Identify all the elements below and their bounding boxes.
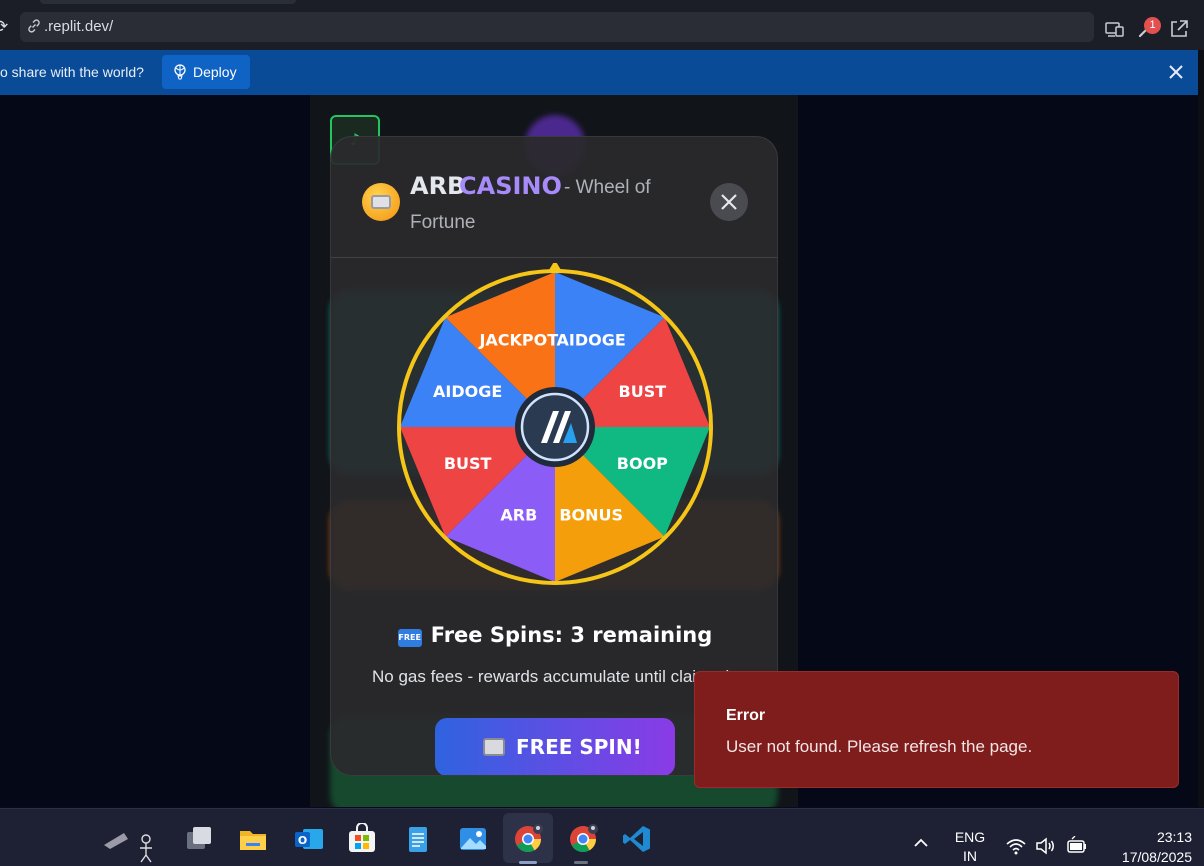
- url-text: .replit.dev/: [44, 18, 114, 35]
- store-icon[interactable]: [346, 823, 378, 855]
- chevron-up-icon[interactable]: [913, 837, 929, 849]
- region-code: IN: [963, 848, 977, 864]
- toast-title: Error: [726, 707, 766, 724]
- vscode-icon[interactable]: [621, 823, 653, 855]
- outlook-icon[interactable]: O: [293, 823, 325, 855]
- error-toast[interactable]: Error User not found. Please refresh the…: [694, 671, 1179, 788]
- widgets-icon[interactable]: [100, 825, 160, 863]
- toast-message: User not found. Please refresh the page.: [726, 737, 1033, 756]
- free-spin-button[interactable]: FREE SPIN!: [435, 718, 675, 775]
- tab-strip: [0, 0, 1204, 8]
- deploy-button[interactable]: Deploy: [162, 55, 250, 89]
- close-icon[interactable]: [1166, 62, 1186, 82]
- free-spins-text: Free Spins: 3 remaining: [430, 623, 713, 647]
- brand-arb: ARB: [410, 172, 466, 200]
- fortune-wheel[interactable]: AIDOGEBUSTBOOPBONUSARBBUSTAIDOGEJACKPOT: [394, 263, 716, 587]
- slot-machine-icon: [483, 738, 505, 756]
- deploy-banner: o share with the world? Deploy: [0, 50, 1198, 95]
- wheel-pointer: [549, 263, 561, 270]
- file-explorer-icon[interactable]: [237, 823, 269, 855]
- notepad-icon[interactable]: [402, 823, 434, 855]
- clock[interactable]: 23:13 17/08/2025: [1100, 827, 1192, 866]
- wheel-segment-label: BONUS: [559, 505, 623, 524]
- wheel-segment-label: BOOP: [617, 454, 668, 473]
- chrome-profile-icon[interactable]: [567, 823, 599, 855]
- wheel-segment-label: ARB: [500, 505, 537, 524]
- reload-icon[interactable]: ⟳: [0, 18, 12, 36]
- chrome-icon[interactable]: [512, 823, 544, 855]
- free-icon: FREE: [397, 629, 422, 647]
- slot-machine-icon: [362, 183, 400, 221]
- link-icon: [28, 19, 40, 33]
- clock-time: 23:13: [1156, 829, 1192, 845]
- brand-casino: CASINO: [459, 172, 562, 200]
- address-bar: ⟳ .replit.dev/ 1: [0, 8, 1204, 50]
- balloon-icon: [174, 64, 186, 80]
- open-external-icon[interactable]: [1168, 18, 1190, 40]
- wheel-segment-label: BUST: [444, 454, 492, 473]
- spin-button-label: FREE SPIN!: [516, 735, 642, 759]
- modal-close-button[interactable]: [710, 183, 748, 221]
- scrollbar[interactable]: [1198, 50, 1204, 807]
- modal-header: ARB CASINO - Wheel of Fortune: [331, 137, 777, 258]
- active-indicator: [519, 861, 537, 864]
- clock-date: 17/08/2025: [1121, 849, 1192, 865]
- wheel-segment-label: BUST: [619, 382, 667, 401]
- task-view-icon[interactable]: [183, 823, 215, 855]
- open-indicator: [574, 861, 588, 864]
- battery-icon[interactable]: [1066, 836, 1088, 856]
- notification-badge: 1: [1144, 17, 1161, 34]
- modal-subtitle: - Wheel of: [564, 177, 651, 198]
- wheel-segment-label: JACKPOT: [478, 331, 558, 350]
- photos-icon[interactable]: [457, 823, 489, 855]
- wheel-segment-label: AIDOGE: [557, 331, 626, 350]
- volume-icon[interactable]: [1034, 836, 1056, 856]
- url-field[interactable]: .replit.dev/: [20, 12, 1094, 42]
- gas-note: No gas fees - rewards accumulate until c…: [372, 667, 730, 686]
- svg-text:O: O: [298, 834, 307, 847]
- deploy-label: Deploy: [193, 64, 237, 80]
- free-spins-counter: FREE Free Spins: 3 remaining: [331, 623, 777, 647]
- close-icon: [721, 194, 737, 210]
- taskbar: O ENG IN 23:13 17/08/2025: [0, 808, 1204, 866]
- devices-icon[interactable]: [1104, 18, 1126, 40]
- modal-subtitle-cont: Fortune: [410, 212, 476, 233]
- banner-text: o share with the world?: [0, 64, 144, 80]
- wheel-segment-label: AIDOGE: [433, 382, 502, 401]
- language-indicator[interactable]: ENG IN: [953, 828, 987, 866]
- wifi-icon[interactable]: [1005, 836, 1027, 856]
- active-tab[interactable]: [40, 0, 296, 4]
- language-code: ENG: [954, 829, 986, 845]
